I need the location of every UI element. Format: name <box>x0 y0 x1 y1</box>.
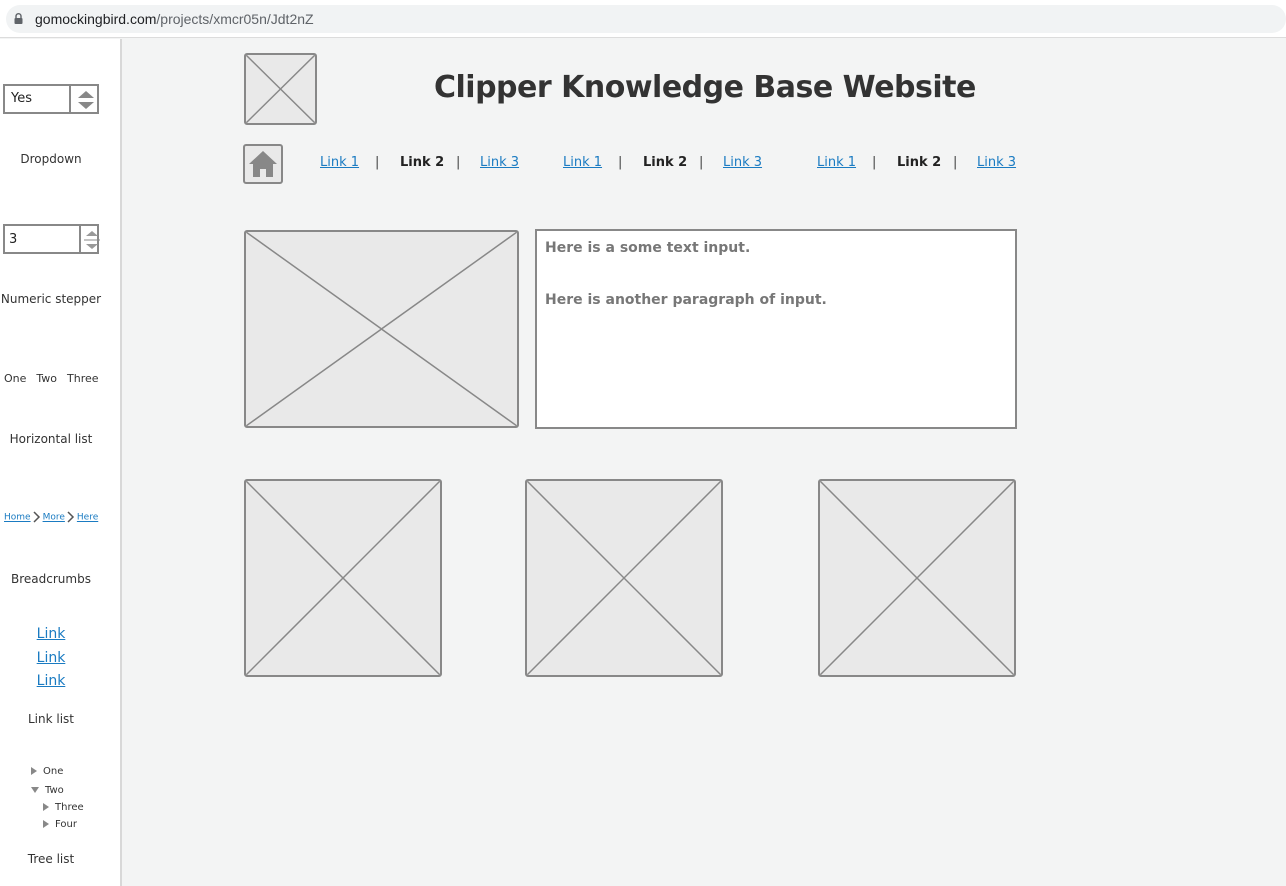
breadcrumbs-caption: Breadcrumbs <box>11 572 91 586</box>
dropdown-value: Yes <box>11 91 32 106</box>
numeric-stepper[interactable]: 3 <box>3 224 100 254</box>
hlist-item[interactable]: Three <box>67 372 99 385</box>
nav-separator: | <box>618 155 623 170</box>
text-paragraph: Here is a some text input. <box>545 240 751 256</box>
nav-link-2[interactable]: Link 2 <box>643 155 687 170</box>
nav-separator: | <box>456 155 461 170</box>
nav-link-1[interactable]: Link 1 <box>563 155 602 170</box>
caret-right-icon[interactable] <box>43 820 49 828</box>
text-paragraph: Here is another paragraph of input. <box>545 292 827 308</box>
tree-item-two[interactable]: Two <box>31 785 64 796</box>
nav-link-1[interactable]: Link 1 <box>320 155 359 170</box>
link-list-item[interactable]: Link <box>0 650 102 666</box>
widget-sidebar: Yes Dropdown 3 Numeric stepper One Two Thr… <box>0 39 122 886</box>
tree-item-label: Four <box>55 819 77 830</box>
caret-down-icon[interactable] <box>31 787 39 793</box>
home-button[interactable] <box>243 144 283 184</box>
image-placeholder-icon <box>246 232 517 426</box>
link-list-caption: Link list <box>27 712 74 726</box>
page-title[interactable]: Clipper Knowledge Base Website <box>434 70 976 105</box>
stepper-arrows-icon[interactable] <box>84 228 100 252</box>
nav-link-3[interactable]: Link 3 <box>480 155 519 170</box>
breadcrumb-home[interactable]: Home <box>4 513 31 523</box>
nav-link-1[interactable]: Link 1 <box>817 155 856 170</box>
dropdown-divider <box>69 86 71 112</box>
url-host: gomockingbird.com <box>35 11 157 27</box>
hero-placeholder-image[interactable] <box>244 230 519 428</box>
tree-item-label: Two <box>45 785 64 796</box>
content-placeholder-image-3[interactable] <box>818 479 1016 677</box>
url-text[interactable]: gomockingbird.com/projects/xmcr05n/Jdt2n… <box>35 11 314 27</box>
nav-link-3[interactable]: Link 3 <box>977 155 1016 170</box>
caret-right-icon[interactable] <box>31 767 37 775</box>
tree-list-caption: Tree list <box>27 852 75 866</box>
lock-icon <box>14 13 23 24</box>
nav-link-2[interactable]: Link 2 <box>400 155 444 170</box>
content-placeholder-image-2[interactable] <box>525 479 723 677</box>
stepper-caption: Numeric stepper <box>0 292 102 306</box>
tree-item-label: Three <box>55 802 84 813</box>
nav-separator: | <box>953 155 958 170</box>
image-placeholder-icon <box>820 481 1014 675</box>
nav-separator: | <box>699 155 704 170</box>
tree-item-one[interactable]: One <box>31 766 63 777</box>
home-icon <box>249 151 277 177</box>
link-list-item[interactable]: Link <box>0 626 102 642</box>
chevron-right-icon <box>33 511 40 523</box>
url-path: /projects/xmcr05n/Jdt2nZ <box>156 11 314 27</box>
breadcrumb-here[interactable]: Here <box>77 513 98 523</box>
nav-link-2[interactable]: Link 2 <box>897 155 941 170</box>
horizontal-list: One Two Three <box>4 372 109 385</box>
breadcrumb: Home More Here <box>4 511 98 523</box>
hlist-item[interactable]: One <box>4 372 26 385</box>
dropdown-widget[interactable]: Yes <box>3 84 99 114</box>
caret-right-icon[interactable] <box>43 803 49 811</box>
tree-item-label: One <box>43 766 64 777</box>
stepper-value: 3 <box>9 232 18 247</box>
nav-link-3[interactable]: Link 3 <box>723 155 762 170</box>
text-input-area[interactable]: Here is a some text input. Here is anoth… <box>535 229 1017 429</box>
image-placeholder-icon <box>246 481 440 675</box>
link-list-item[interactable]: Link <box>0 673 102 689</box>
stepper-divider <box>79 226 81 252</box>
tree-item-three[interactable]: Three <box>43 802 84 813</box>
image-placeholder-icon <box>527 481 721 675</box>
hlist-item[interactable]: Two <box>36 372 57 385</box>
nav-separator: | <box>872 155 877 170</box>
dropdown-caption: Dropdown <box>20 152 82 166</box>
logo-placeholder-image[interactable] <box>244 53 317 125</box>
hlist-caption: Horizontal list <box>9 432 93 446</box>
image-placeholder-icon <box>246 55 315 123</box>
dropdown-arrows-icon[interactable] <box>77 90 95 110</box>
tree-item-four[interactable]: Four <box>43 819 77 830</box>
breadcrumb-more[interactable]: More <box>43 513 65 523</box>
nav-separator: | <box>375 155 380 170</box>
content-placeholder-image-1[interactable] <box>244 479 442 677</box>
chevron-right-icon <box>67 511 74 523</box>
address-bar: gomockingbird.com/projects/xmcr05n/Jdt2n… <box>0 0 1286 38</box>
